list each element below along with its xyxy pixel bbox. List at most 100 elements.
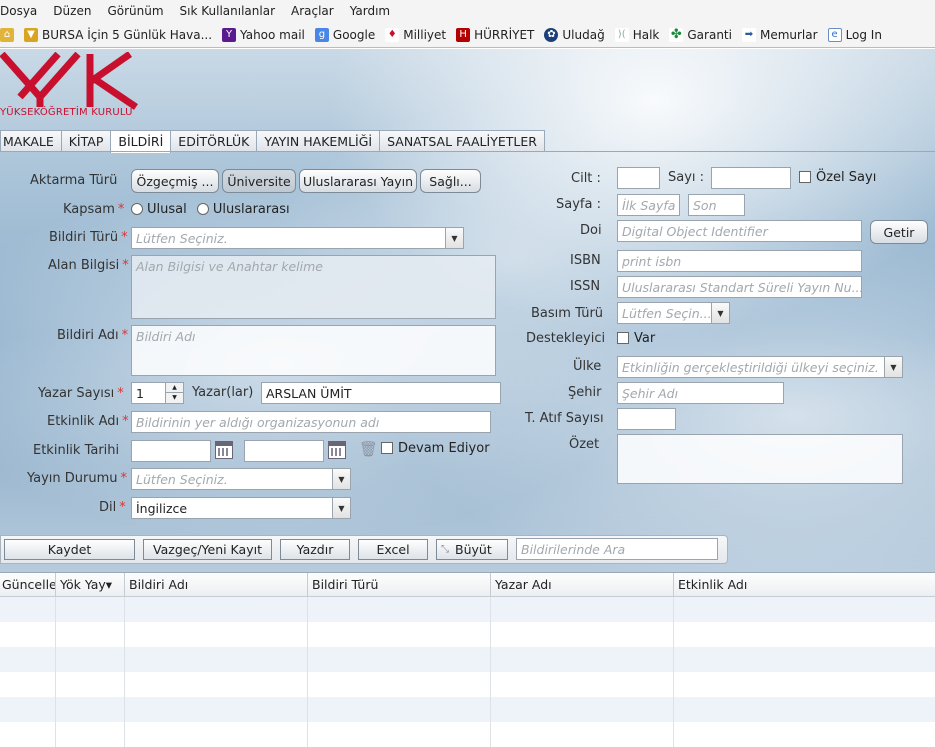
dil-select[interactable]: İngilizce ▼ [131, 497, 351, 519]
bookmark-uludag[interactable]: ✿ Uludağ [544, 27, 605, 42]
tab-sanatsal[interactable]: SANATSAL FAALİYETLER [379, 130, 545, 152]
issn-input[interactable]: Uluslararası Standart Süreli Yayın Nu... [617, 276, 862, 298]
saglik-button[interactable]: Sağlı... [420, 169, 481, 193]
bookmark-halk[interactable]: )( Halk [614, 27, 659, 42]
doi-label: Doi [580, 223, 602, 238]
table-row[interactable] [0, 722, 935, 747]
menu-yardim[interactable]: Yardım [342, 4, 398, 18]
sehir-input[interactable]: Şehir Adı [617, 382, 784, 404]
menu-araclar[interactable]: Araçlar [283, 4, 342, 18]
stepper-down-icon[interactable]: ▼ [165, 393, 183, 403]
table-row[interactable] [0, 697, 935, 722]
checkbox-box[interactable] [381, 442, 393, 454]
getir-button[interactable]: Getir [870, 220, 928, 244]
col-yazar-adi[interactable]: Yazar Adı [491, 573, 674, 597]
table-row[interactable] [0, 672, 935, 697]
table-row[interactable] [0, 597, 935, 622]
bookmark-home[interactable]: ⌂ [0, 27, 18, 42]
doi-input[interactable]: Digital Object Identifier [617, 220, 862, 242]
ozet-textarea[interactable] [617, 434, 903, 484]
search-input[interactable]: Bildirilerinde Ara [516, 538, 718, 560]
search-placeholder: Bildirilerinde Ara [521, 542, 626, 557]
col-etkinlik-adi[interactable]: Etkinlik Adı [674, 573, 935, 597]
chevron-down-icon[interactable]: ▼ [445, 228, 463, 248]
menu-duzen[interactable]: Düzen [45, 4, 99, 18]
stepper-up-icon[interactable]: ▲ [165, 383, 183, 393]
buyut-button[interactable]: ⤡ Büyüt [436, 539, 508, 560]
etkinlik-bitis-input[interactable] [244, 440, 324, 462]
col-bildiri-adi[interactable]: Bildiri Adı [125, 573, 308, 597]
bookmark-login[interactable]: e Log In [827, 27, 882, 42]
bookmark-weather[interactable]: ▼ BURSA İçin 5 Günlük Hava... [24, 27, 212, 42]
bookmarks-bar: ⌂ ▼ BURSA İçin 5 Günlük Hava... Y Yahoo … [0, 22, 935, 48]
vazgec-button[interactable]: Vazgeç/Yeni Kayıt [143, 539, 272, 560]
kaydet-button[interactable]: Kaydet [4, 539, 135, 560]
universite-button[interactable]: Üniversite [222, 169, 296, 193]
col-yok-yay[interactable]: Yök Yay▾ [56, 573, 125, 597]
ulusal-radio[interactable] [131, 203, 143, 215]
uluslararasi-yayin-button[interactable]: Uluslararası Yayın [299, 169, 417, 193]
bookmark-memurlar[interactable]: ➡ Memurlar [741, 27, 818, 42]
chevron-down-icon[interactable]: ▼ [884, 357, 902, 377]
calendar-icon[interactable] [215, 441, 233, 459]
memurlar-icon: ➡ [741, 27, 756, 42]
chevron-down-icon[interactable]: ▼ [332, 469, 350, 489]
yazdir-button[interactable]: Yazdır [280, 539, 350, 560]
menu-gorunum[interactable]: Görünüm [99, 4, 171, 18]
trash-icon[interactable]: 🗑 [359, 440, 378, 458]
chevron-down-icon[interactable]: ▼ [332, 498, 350, 518]
yazar-sayisi-stepper[interactable]: 1 ▲ ▼ [131, 382, 184, 404]
ozel-sayi-checkbox[interactable]: Özel Sayı [799, 170, 876, 185]
atif-input[interactable] [617, 408, 676, 430]
col-bildiri-turu[interactable]: Bildiri Türü [308, 573, 491, 597]
bookmark-hurriyet[interactable]: H HÜRRİYET [456, 27, 534, 42]
devam-ediyor-checkbox[interactable]: Devam Ediyor [381, 441, 490, 456]
chevron-down-icon[interactable]: ▼ [711, 303, 729, 323]
tab-editorluk[interactable]: EDİTÖRLÜK [170, 130, 258, 152]
sayi-input[interactable] [711, 167, 791, 189]
var-checkbox[interactable]: Var [617, 331, 655, 346]
menu-favorites[interactable]: Sık Kullanılanlar [172, 4, 283, 18]
bildiri-turu-select[interactable]: Lütfen Seçiniz. ▼ [131, 227, 464, 249]
kapsam-label-text: Kapsam [63, 202, 115, 217]
table-row[interactable] [0, 622, 935, 647]
tab-kitap[interactable]: KİTAP [60, 130, 112, 152]
tab-bildiri[interactable]: BİLDİRİ [110, 130, 172, 153]
hurriyet-icon: H [456, 27, 471, 42]
alan-label: Alan Bilgisi * [48, 258, 129, 273]
ozgecmis-button[interactable]: Özgeçmiş ... [131, 169, 219, 193]
tab-makale[interactable]: MAKALE [0, 130, 62, 152]
excel-button[interactable]: Excel [358, 539, 428, 560]
etkinlik-baslangic-input[interactable] [131, 440, 211, 462]
col-guncelle[interactable]: Güncelle [0, 573, 56, 597]
yayin-durumu-select[interactable]: Lütfen Seçiniz. ▼ [131, 468, 351, 490]
bookmark-garanti[interactable]: ✤ Garanti [669, 27, 732, 42]
checkbox-box[interactable] [617, 332, 629, 344]
bookmark-milliyet[interactable]: ♦ Milliyet [385, 27, 446, 42]
alan-textarea[interactable]: Alan Bilgisi ve Anahtar kelime [131, 255, 496, 319]
uluslararasi-radio[interactable] [196, 203, 209, 215]
etkinlik-adi-input[interactable]: Bildirinin yer aldığı organizasyonun adı [131, 411, 491, 433]
bookmark-yahoo[interactable]: Y Yahoo mail [222, 27, 305, 42]
basim-select[interactable]: Lütfen Seçin... ▼ [617, 302, 730, 324]
calendar-icon[interactable] [328, 441, 346, 459]
tab-yayin-hakemligi[interactable]: YAYIN HAKEMLİĞİ [256, 130, 381, 152]
halk-icon: )( [614, 27, 629, 42]
grid-divider [124, 597, 125, 747]
son-placeholder: Son [693, 198, 717, 213]
cilt-input[interactable] [617, 167, 660, 189]
menu-dosya[interactable]: Dosya [0, 4, 45, 18]
yazarlar-value: ARSLAN ÜMİT [266, 386, 352, 401]
uludag-icon: ✿ [544, 27, 559, 42]
checkbox-box[interactable] [799, 171, 811, 183]
yazarlar-input[interactable]: ARSLAN ÜMİT [261, 382, 501, 404]
bildiri-adi-textarea[interactable]: Bildiri Adı [131, 325, 496, 376]
ozet-label: Özet [569, 437, 600, 452]
ulke-select[interactable]: Etkinliğin gerçekleştirildiği ülkeyi seç… [617, 356, 903, 378]
bookmark-google[interactable]: g Google [314, 27, 375, 42]
isbn-input[interactable]: print isbn [617, 250, 862, 272]
son-sayfa-input[interactable]: Son [688, 194, 745, 216]
ilk-sayfa-input[interactable]: İlk Sayfa [617, 194, 680, 216]
table-row[interactable] [0, 647, 935, 672]
garanti-icon: ✤ [669, 27, 684, 42]
